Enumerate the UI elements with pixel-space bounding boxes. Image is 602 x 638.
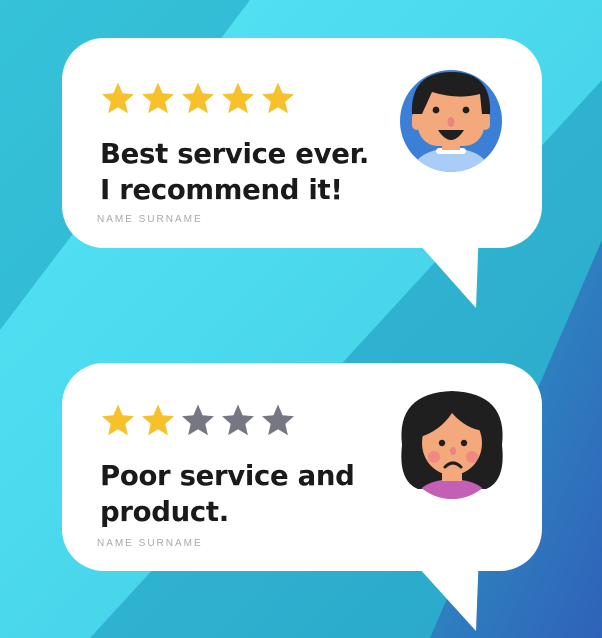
- star-filled-icon: [182, 82, 214, 114]
- star-filled-icon: [262, 82, 294, 114]
- happy-man-icon: [400, 70, 502, 172]
- star-filled-icon: [222, 82, 254, 114]
- review-text: Best service ever. I recommend it!: [100, 138, 370, 206]
- star-filled-icon: [142, 404, 174, 436]
- sad-woman-icon: [401, 391, 503, 499]
- star-filled-icon: [102, 404, 134, 436]
- star-filled-icon: [142, 82, 174, 114]
- star-rating: [100, 81, 296, 115]
- author-name: NAME SURNAME: [97, 538, 203, 549]
- star-filled-icon: [102, 82, 134, 114]
- review-card: Poor service and product. NAME SURNAME: [62, 363, 542, 571]
- review-text: Poor service and product.: [100, 460, 355, 528]
- star-empty-icon: [262, 404, 294, 436]
- star-empty-icon: [222, 404, 254, 436]
- author-name: NAME SURNAME: [97, 214, 203, 225]
- review-card: Best service ever. I recommend it! NAME …: [62, 38, 542, 248]
- star-rating: [100, 403, 296, 437]
- star-empty-icon: [182, 404, 214, 436]
